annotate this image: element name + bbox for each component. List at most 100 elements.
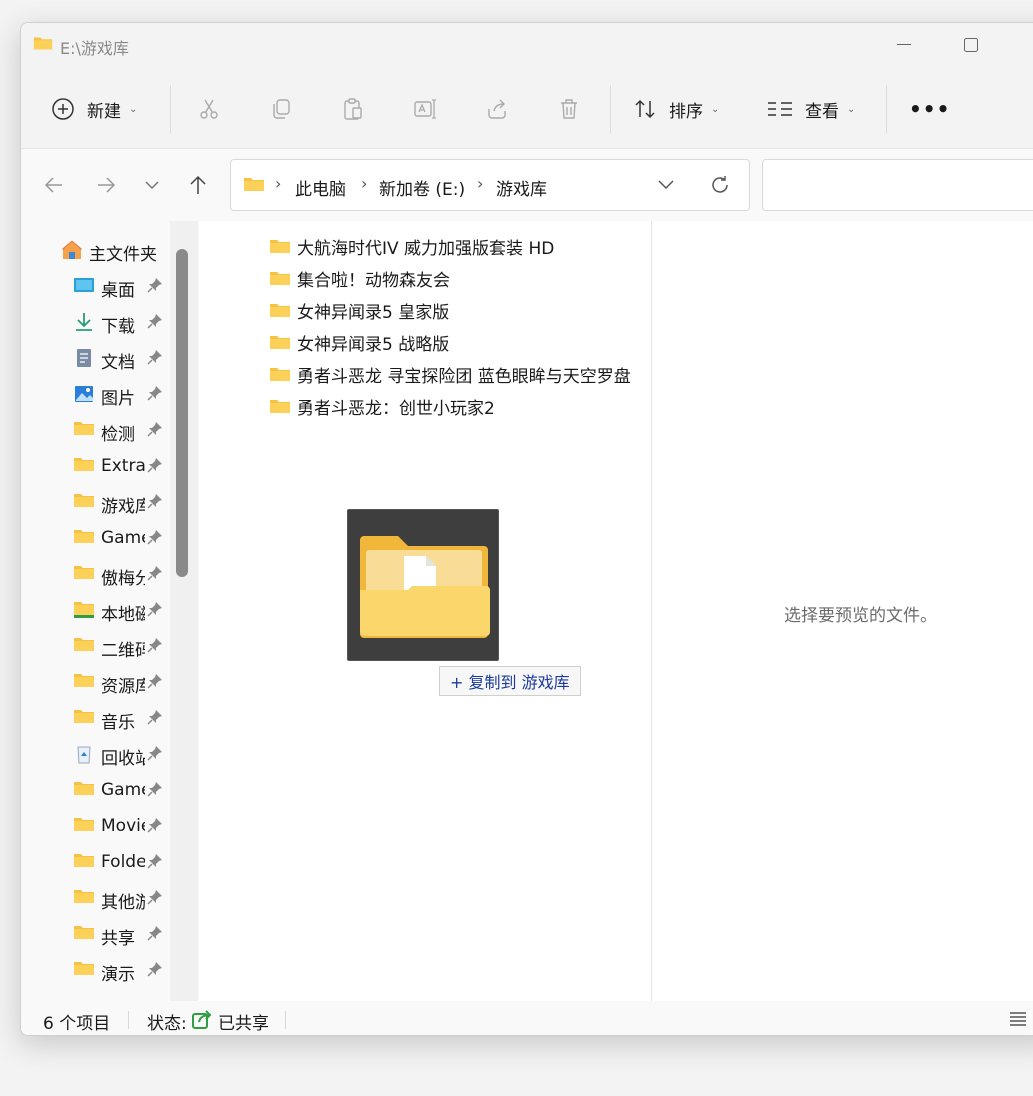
view-label: 查看 [805, 101, 839, 122]
more-button[interactable]: ••• [909, 89, 950, 129]
sidebar-item-label: 回收站 [101, 749, 145, 769]
new-button[interactable]: 新建 ⌄ [51, 89, 137, 129]
folder-icon [74, 422, 94, 435]
delete-button[interactable] [557, 89, 581, 129]
home-icon [62, 240, 82, 259]
folder-icon [270, 240, 290, 253]
pin-icon [147, 926, 162, 941]
file-list-item[interactable]: 勇者斗恶龙 寻宝探险团 蓝色眼眸与天空罗盘 [269, 359, 631, 389]
sidebar-item-label: 桌面 [101, 281, 135, 301]
copy-button[interactable] [269, 89, 293, 129]
view-list-icon [768, 102, 792, 116]
breadcrumb-drive[interactable]: 新加卷 (E:) [379, 175, 465, 200]
pin-icon [147, 962, 162, 977]
folder-icon [74, 890, 94, 903]
recycle-bin-icon [77, 746, 91, 764]
pin-icon [147, 530, 162, 545]
toolbar-divider [610, 85, 611, 133]
new-label: 新建 [87, 101, 121, 122]
sort-label: 排序 [669, 101, 703, 122]
folder-icon [270, 368, 290, 381]
status-bar: 6 个项目 状态: 已共享 [21, 1001, 1033, 1035]
status-label: 状态: [147, 1014, 187, 1034]
sidebar-item-label: 文档 [101, 353, 135, 373]
file-name: 女神异闻录5 皇家版 [297, 302, 450, 323]
pin-icon [147, 458, 162, 473]
sidebar-item-label: 游戏库 [101, 497, 145, 517]
more-icon: ••• [909, 97, 951, 121]
minimize-button[interactable] [889, 33, 919, 57]
sort-icon [635, 99, 655, 119]
file-list-item[interactable]: 女神异闻录5 皇家版 [269, 295, 449, 325]
sidebar-item-label: 检测 [101, 425, 135, 445]
command-bar: 新建 ⌄ 排序 ⌄ 查看 ⌄ ••• [21, 69, 1033, 149]
toolbar-divider [886, 85, 887, 133]
item-count: 6 个项目 [43, 1014, 111, 1034]
file-list-item[interactable]: 大航海时代IV 威力加强版套装 HD [269, 231, 554, 261]
details-view-icon [1010, 1012, 1026, 1026]
sidebar-item-label: 音乐 [101, 713, 135, 733]
rename-button[interactable] [413, 89, 437, 129]
folder-icon [74, 458, 94, 471]
file-explorer-window: E:\游戏库 新建 ⌄ 排序 ⌄ 查看 ⌄ ••• › 此电脑 › 新加卷 (E… [20, 22, 1033, 1036]
refresh-icon [712, 176, 728, 193]
sidebar-item-label: Movies [101, 816, 145, 836]
breadcrumb-current-folder[interactable]: 游戏库 [496, 175, 547, 200]
folder-icon [74, 962, 94, 975]
cut-button[interactable] [197, 89, 221, 129]
share-icon [488, 99, 506, 119]
address-history-button[interactable] [657, 174, 675, 198]
recent-locations-button[interactable] [137, 171, 167, 199]
drag-copy-tooltip: + 复制到 游戏库 [439, 666, 581, 696]
up-button[interactable] [183, 171, 213, 199]
pin-icon [147, 674, 162, 689]
file-list-item[interactable]: 勇者斗恶龙：创世小玩家2 [269, 391, 495, 421]
file-name: 集合啦！动物森友会 [297, 270, 450, 291]
view-button[interactable]: 查看 ⌄ [767, 89, 855, 129]
folder-icon [74, 494, 94, 507]
pin-icon [147, 422, 162, 437]
paste-button[interactable] [341, 89, 365, 129]
document-icon [77, 349, 91, 367]
folder-icon [74, 638, 94, 651]
toolbar-divider [170, 85, 171, 133]
status-value: 已共享 [218, 1014, 269, 1034]
folder-icon [74, 818, 94, 831]
back-button[interactable] [39, 171, 69, 199]
file-list-item[interactable]: 集合啦！动物森友会 [269, 263, 450, 293]
sidebar-item-label: 图片 [101, 389, 135, 409]
sidebar-item-label: 共享 [101, 929, 135, 949]
sidebar-item-label: 本地磁 [101, 605, 145, 625]
arrow-right-icon [98, 177, 116, 193]
details-view-button[interactable] [1009, 1011, 1027, 1031]
folder-icon [74, 782, 94, 795]
sort-button[interactable]: 排序 ⌄ [633, 89, 719, 129]
folder-icon [244, 178, 264, 191]
folder-icon [33, 37, 53, 50]
sidebar-item-label: 其他游 [101, 893, 145, 913]
trash-icon [561, 99, 577, 119]
forward-button[interactable] [91, 171, 121, 199]
status-divider [128, 1011, 129, 1029]
chevron-down-icon: ⌄ [129, 103, 138, 115]
maximize-button[interactable] [956, 33, 986, 57]
sidebar-item-label: 傲梅分 [101, 569, 145, 589]
pin-icon [147, 710, 162, 725]
folder-icon [270, 304, 290, 317]
window-title: E:\游戏库 [60, 39, 129, 58]
file-name: 女神异闻录5 战略版 [297, 334, 450, 355]
cut-icon [200, 99, 218, 119]
search-input[interactable] [762, 159, 1033, 211]
share-button[interactable] [485, 89, 509, 129]
file-list-item[interactable]: 女神异闻录5 战略版 [269, 327, 449, 357]
refresh-button[interactable] [709, 174, 731, 200]
pin-icon [147, 854, 162, 869]
shared-icon [192, 1010, 212, 1029]
address-bar[interactable]: › 此电脑 › 新加卷 (E:) › 游戏库 [230, 159, 750, 211]
breadcrumb-this-pc[interactable]: 此电脑 [295, 175, 346, 200]
sidebar-scrollbar-thumb[interactable] [176, 249, 188, 577]
arrow-up-icon [190, 175, 206, 194]
minimize-icon [897, 44, 911, 45]
rename-icon [414, 99, 436, 119]
picture-icon [75, 386, 93, 402]
